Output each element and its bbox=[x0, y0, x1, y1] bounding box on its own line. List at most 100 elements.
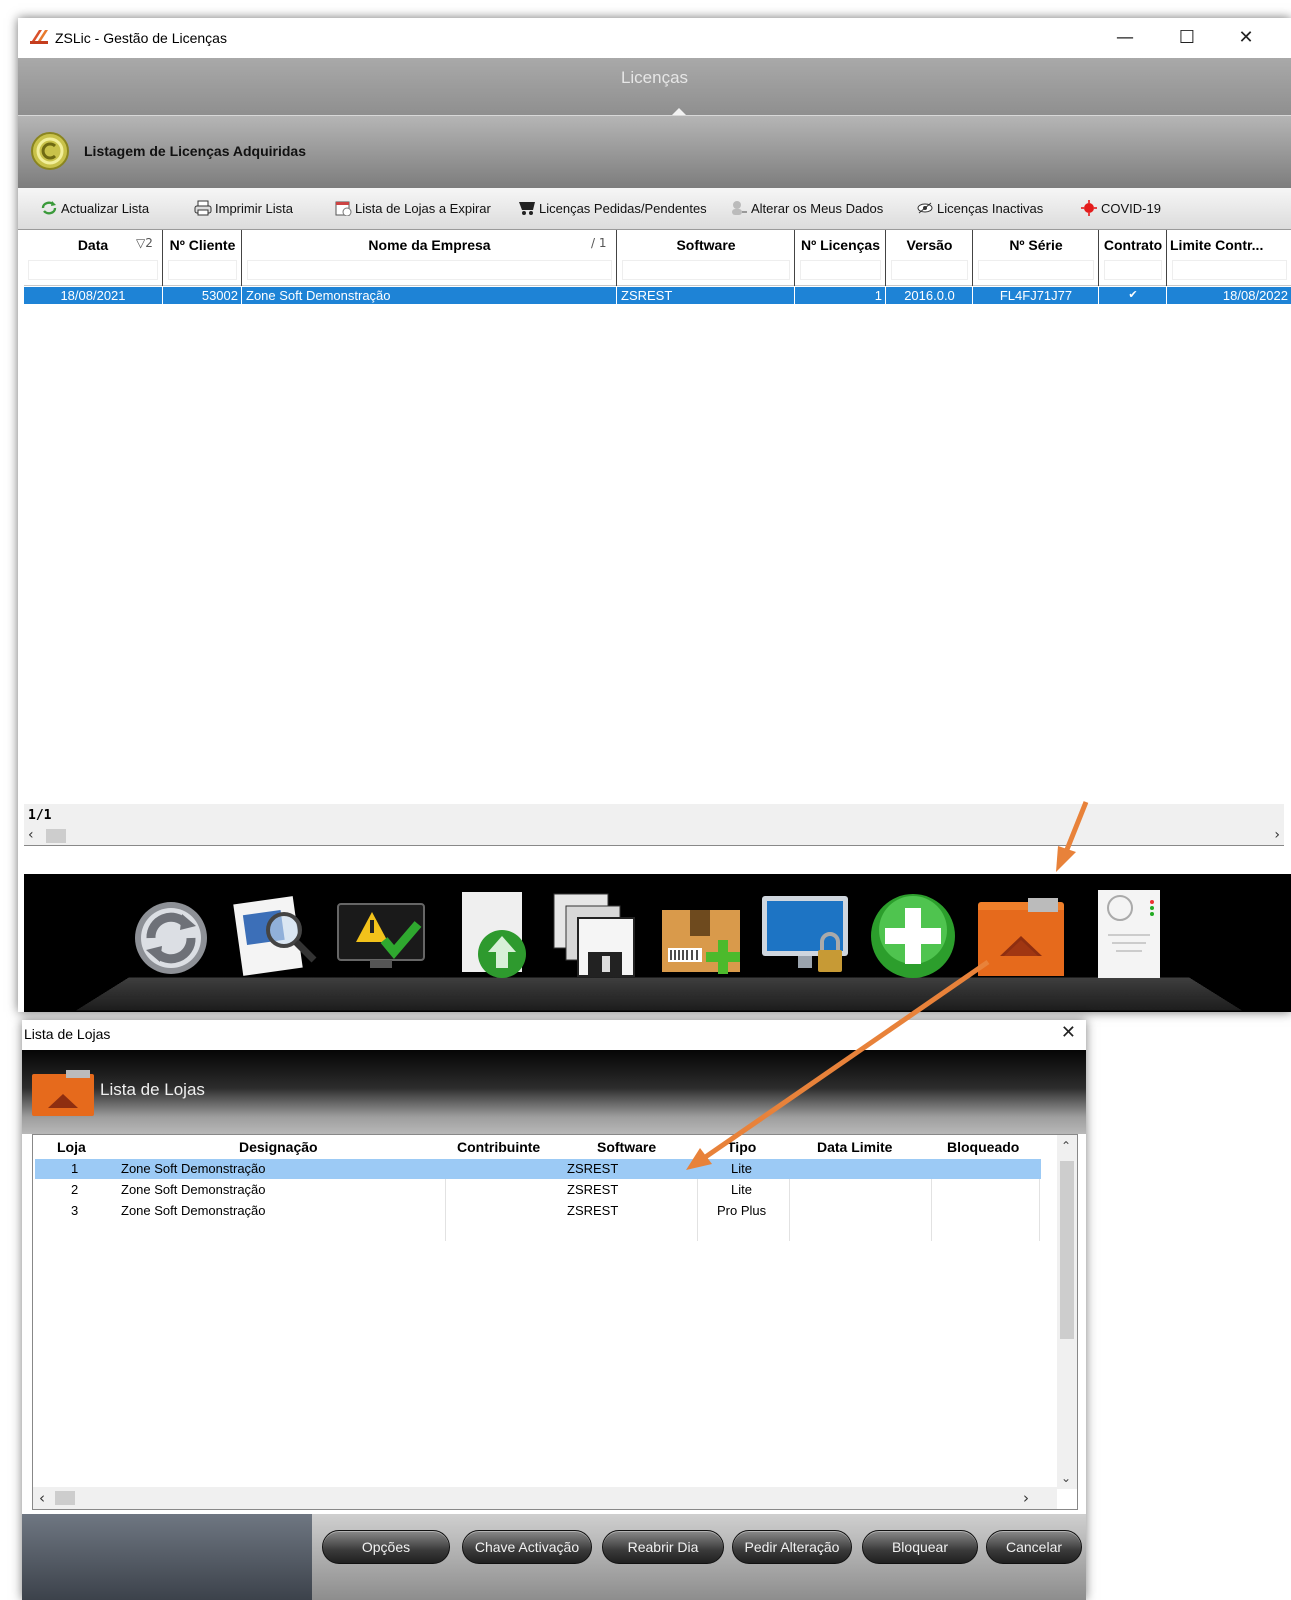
scroll-right-icon[interactable]: › bbox=[1274, 827, 1280, 843]
pending-licenses-button[interactable]: Licenças Pedidas/Pendentes bbox=[518, 200, 707, 216]
column-cliente[interactable]: Nº Cliente bbox=[164, 230, 242, 286]
list-item[interactable]: 1 Zone Soft Demonstração ZSREST Lite bbox=[35, 1159, 1041, 1179]
column-header-bloqueado[interactable]: Bloqueado bbox=[947, 1139, 1019, 1155]
close-button[interactable]: ✕ bbox=[1223, 24, 1269, 52]
print-list-button[interactable]: Imprimir Lista bbox=[194, 200, 293, 216]
scroll-up-icon[interactable]: ⌃ bbox=[1061, 1139, 1071, 1153]
grid-header: Data ▽2 Nº Cliente Nome da Empresa / 1 S… bbox=[24, 230, 1291, 286]
cell-software: ZSREST bbox=[567, 1203, 619, 1218]
column-label: Versão bbox=[906, 237, 953, 253]
horizontal-scrollbar[interactable]: ‹ › bbox=[24, 826, 1284, 846]
filter-cliente[interactable] bbox=[168, 260, 237, 280]
column-versao[interactable]: Versão bbox=[887, 230, 973, 286]
column-header-software[interactable]: Software bbox=[597, 1139, 656, 1155]
filter-versao[interactable] bbox=[891, 260, 968, 280]
column-header-tipo[interactable]: Tipo bbox=[727, 1139, 756, 1155]
cart-icon bbox=[519, 202, 535, 215]
column-limite[interactable]: Limite Contr... bbox=[1168, 230, 1291, 286]
sync-circle-icon bbox=[135, 902, 207, 974]
maximize-button[interactable]: ☐ bbox=[1164, 24, 1210, 52]
zslic-logo-icon bbox=[30, 30, 48, 44]
options-button[interactable]: Opções bbox=[322, 1530, 450, 1564]
column-header-data-limite[interactable]: Data Limite bbox=[817, 1139, 892, 1155]
scroll-thumb[interactable] bbox=[46, 829, 66, 843]
scroll-left-icon[interactable]: ‹ bbox=[39, 1489, 45, 1507]
footer-panel bbox=[22, 1514, 312, 1600]
refresh-list-button[interactable]: Actualizar Lista bbox=[40, 200, 149, 216]
dock-monitor-lock-button[interactable] bbox=[758, 890, 852, 980]
pager: 1/1 bbox=[24, 804, 1284, 826]
column-data[interactable]: Data ▽2 bbox=[24, 230, 163, 286]
cell-versao: 2016.0.0 bbox=[887, 287, 973, 304]
column-software[interactable]: Software bbox=[618, 230, 795, 286]
filter-software[interactable] bbox=[622, 260, 790, 280]
reopen-day-button[interactable]: Reabrir Dia bbox=[602, 1530, 724, 1564]
filter-licencas[interactable] bbox=[800, 260, 881, 280]
dock-save-button[interactable] bbox=[544, 890, 638, 980]
scroll-thumb[interactable] bbox=[55, 1491, 75, 1505]
inactive-licenses-button[interactable]: Licenças Inactivas bbox=[916, 200, 1043, 216]
column-empresa[interactable]: Nome da Empresa / 1 bbox=[243, 230, 617, 286]
filter-serie[interactable] bbox=[978, 260, 1094, 280]
filter-empresa[interactable] bbox=[247, 260, 612, 280]
orange-house-folder-icon bbox=[978, 898, 1064, 976]
list-header: Listagem de Licenças Adquiridas bbox=[18, 116, 1291, 188]
column-header-loja[interactable]: Loja bbox=[57, 1139, 86, 1155]
dock-add-package-button[interactable] bbox=[654, 890, 748, 980]
cell-software: ZSREST bbox=[567, 1182, 619, 1197]
dialog-close-button[interactable]: ✕ bbox=[1061, 1022, 1076, 1043]
filter-limite[interactable] bbox=[1172, 260, 1287, 280]
dock-stores-list-button[interactable] bbox=[974, 890, 1068, 980]
dock-upload-document-button[interactable] bbox=[438, 890, 532, 980]
cell-serie: FL4FJ71J77 bbox=[974, 287, 1099, 304]
scroll-down-icon[interactable]: ⌄ bbox=[1061, 1471, 1071, 1485]
column-label: Nome da Empresa bbox=[368, 237, 491, 253]
cancel-button[interactable]: Cancelar bbox=[986, 1530, 1082, 1564]
package-add-icon bbox=[662, 910, 740, 974]
column-serie[interactable]: Nº Série bbox=[974, 230, 1099, 286]
column-header-contribuinte[interactable]: Contribuinte bbox=[457, 1139, 540, 1155]
copyright-seal-icon bbox=[31, 132, 69, 170]
green-plus-icon bbox=[871, 894, 955, 978]
request-change-button[interactable]: Pedir Alteração bbox=[732, 1530, 852, 1564]
expiring-stores-button[interactable]: Lista de Lojas a Expirar bbox=[334, 200, 491, 216]
filter-data[interactable] bbox=[28, 260, 158, 280]
cell-licencas: 1 bbox=[796, 287, 886, 304]
column-contrato[interactable]: Contrato bbox=[1100, 230, 1167, 286]
scroll-thumb[interactable] bbox=[1060, 1161, 1074, 1339]
dialog-header-title: Lista de Lojas bbox=[100, 1080, 205, 1099]
eye-icon bbox=[917, 202, 933, 214]
list-item[interactable]: 3 Zone Soft Demonstração ZSREST Pro Plus bbox=[35, 1201, 1041, 1221]
horizontal-scrollbar[interactable]: ‹ › bbox=[33, 1487, 1057, 1509]
dock-search-document-button[interactable] bbox=[230, 890, 324, 980]
cell-designacao: Zone Soft Demonstração bbox=[121, 1161, 266, 1176]
dock-add-button[interactable] bbox=[866, 890, 960, 980]
printer-icon bbox=[194, 200, 212, 216]
dock-monitor-check-button[interactable] bbox=[334, 890, 428, 980]
stores-list: Loja Designação Contribuinte Software Ti… bbox=[32, 1134, 1078, 1510]
licenses-grid: Data ▽2 Nº Cliente Nome da Empresa / 1 S… bbox=[24, 230, 1291, 802]
block-button[interactable]: Bloquear bbox=[862, 1530, 978, 1564]
vertical-scrollbar[interactable]: ⌃ ⌄ bbox=[1057, 1135, 1077, 1489]
table-row[interactable]: 18/08/2021 53002 Zone Soft Demonstração … bbox=[24, 287, 1291, 304]
toolbar: Actualizar Lista Imprimir Lista Lista de… bbox=[18, 188, 1291, 230]
activation-key-button[interactable]: Chave Activação bbox=[462, 1530, 592, 1564]
floppy-disks-icon bbox=[553, 893, 635, 977]
column-header-designacao[interactable]: Designação bbox=[239, 1139, 318, 1155]
filter-contrato[interactable] bbox=[1104, 260, 1162, 280]
scroll-right-icon[interactable]: › bbox=[1023, 1489, 1029, 1507]
edit-my-data-button[interactable]: Alterar os Meus Dados bbox=[730, 200, 883, 216]
covid-button[interactable]: COVID-19 bbox=[1080, 200, 1161, 216]
virus-icon bbox=[1081, 200, 1097, 216]
dock-certificate-button[interactable] bbox=[1086, 890, 1180, 980]
toolbar-label: Licenças Inactivas bbox=[937, 200, 1044, 216]
action-dock bbox=[24, 874, 1291, 1012]
scroll-left-icon[interactable]: ‹ bbox=[28, 827, 34, 843]
column-licencas[interactable]: Nº Licenças bbox=[796, 230, 886, 286]
cell-contrato: ✔ bbox=[1100, 287, 1167, 304]
cell-loja: 1 bbox=[71, 1161, 79, 1176]
orange-house-folder-icon bbox=[32, 1070, 94, 1116]
list-item[interactable]: 2 Zone Soft Demonstração ZSREST Lite bbox=[35, 1180, 1041, 1200]
minimize-button[interactable]: — bbox=[1102, 24, 1148, 52]
dock-refresh-button[interactable] bbox=[124, 890, 218, 980]
